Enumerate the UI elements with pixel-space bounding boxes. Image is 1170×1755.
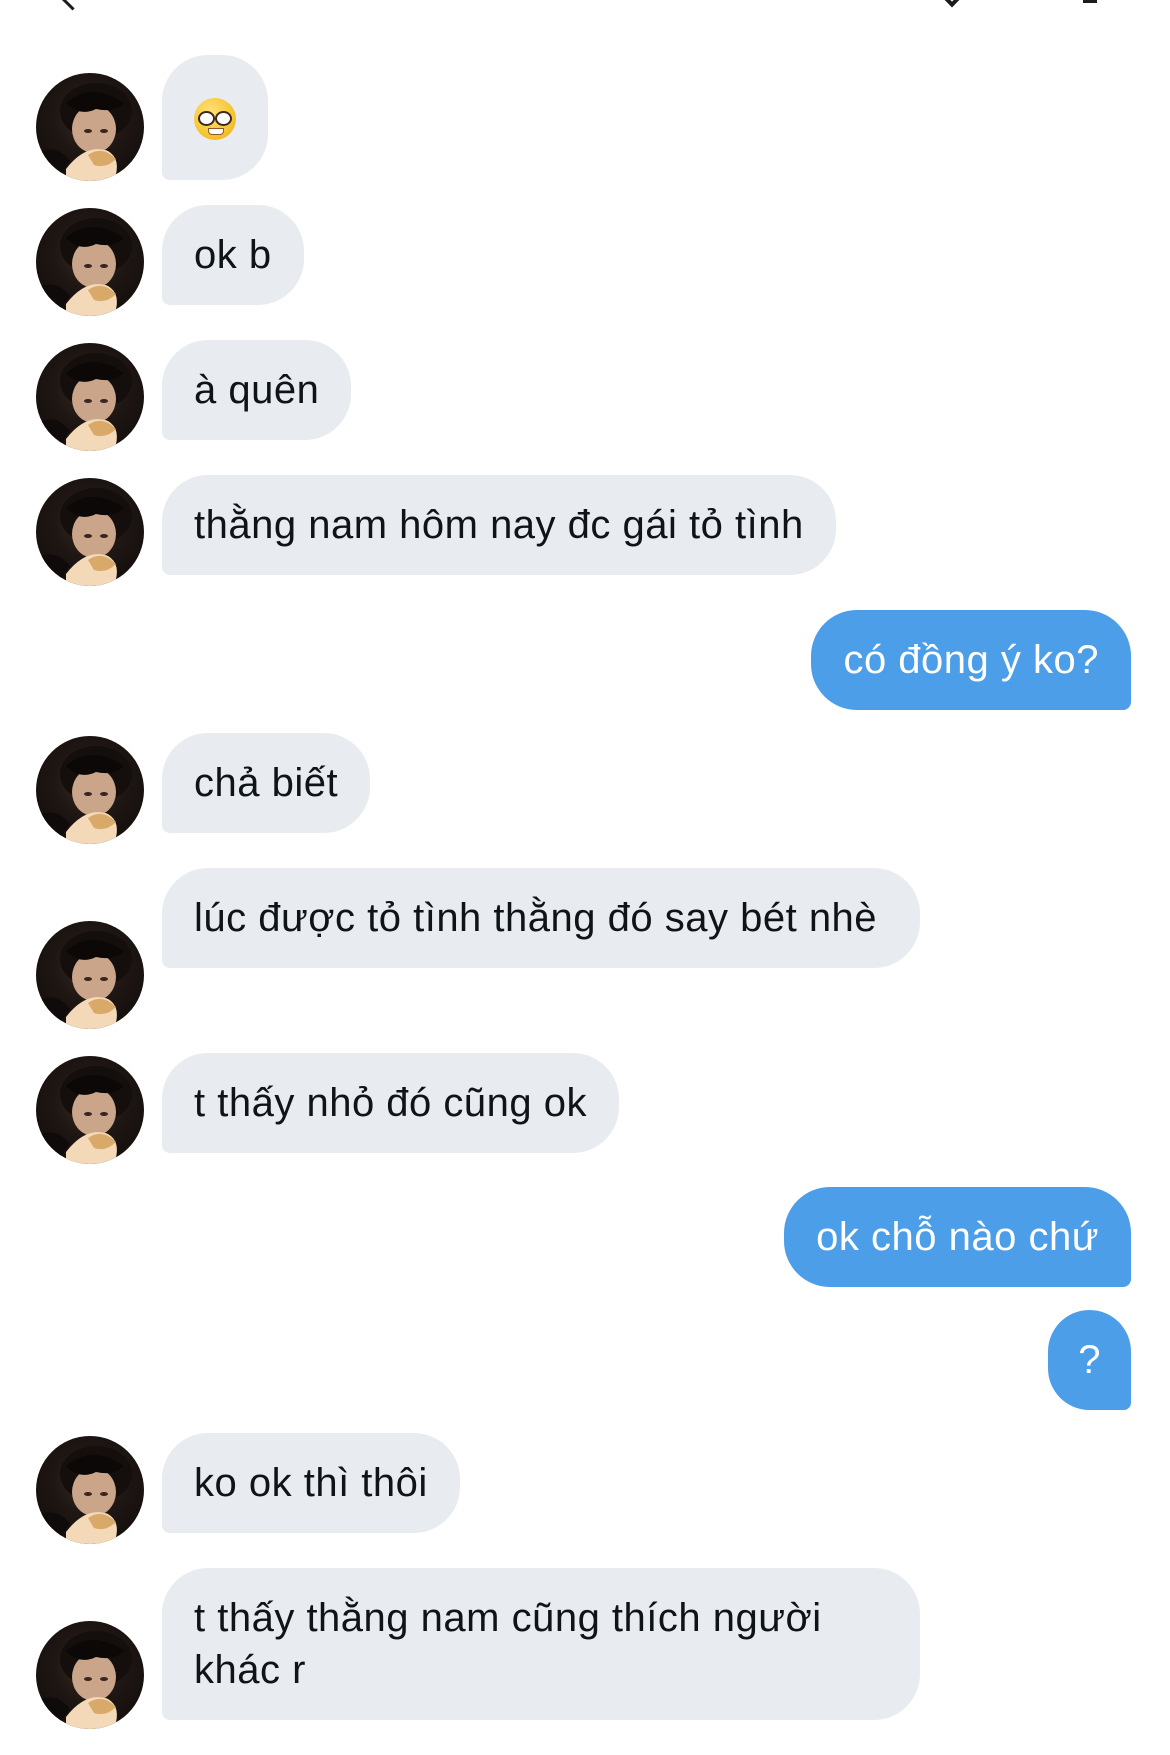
incoming-message-bubble[interactable]: ko ok thì thôi bbox=[162, 1433, 460, 1533]
message-text: có đồng ý ko? bbox=[843, 638, 1099, 682]
message-thread: ok b à quên thằng nam hôm nay đc gái tỏ … bbox=[0, 0, 1170, 1755]
contact-avatar[interactable] bbox=[36, 208, 144, 316]
contact-avatar[interactable] bbox=[36, 736, 144, 844]
contact-avatar[interactable] bbox=[36, 478, 144, 586]
incoming-message-bubble[interactable]: thằng nam hôm nay đc gái tỏ tình bbox=[162, 475, 836, 575]
incoming-message-bubble[interactable]: chả biết bbox=[162, 733, 371, 833]
outgoing-message-bubble[interactable]: có đồng ý ko? bbox=[811, 610, 1131, 710]
avatar-photo bbox=[36, 931, 132, 1029]
avatar-photo bbox=[36, 353, 132, 451]
contact-avatar[interactable] bbox=[36, 1056, 144, 1164]
avatar-photo bbox=[36, 83, 132, 181]
incoming-message-bubble[interactable]: ok b bbox=[162, 205, 304, 305]
contact-avatar[interactable] bbox=[36, 73, 144, 181]
incoming-message-bubble[interactable]: lúc được tỏ tình thằng đó say bét nhè bbox=[162, 868, 920, 968]
incoming-message-bubble[interactable]: t thấy nhỏ đó cũng ok bbox=[162, 1053, 619, 1153]
message-text: ok b bbox=[194, 233, 272, 277]
avatar-photo bbox=[36, 218, 132, 316]
message-text: ? bbox=[1078, 1338, 1101, 1382]
outgoing-message-bubble[interactable]: ok chỗ nào chứ bbox=[784, 1187, 1131, 1287]
avatar-photo bbox=[36, 1446, 132, 1544]
avatar-photo bbox=[36, 1066, 132, 1164]
message-text: ok chỗ nào chứ bbox=[816, 1215, 1099, 1259]
message-text: ko ok thì thôi bbox=[194, 1461, 428, 1505]
message-text: chả biết bbox=[194, 761, 339, 805]
contact-avatar[interactable] bbox=[36, 1436, 144, 1544]
message-text: t thấy nhỏ đó cũng ok bbox=[194, 1081, 587, 1125]
nerd-face-emoji bbox=[194, 98, 236, 141]
avatar-photo bbox=[36, 488, 132, 586]
avatar-photo bbox=[36, 1631, 132, 1729]
outgoing-message-bubble[interactable]: ? bbox=[1048, 1310, 1131, 1410]
incoming-message-bubble[interactable] bbox=[162, 55, 268, 180]
message-text: t thấy thằng nam cũng thích người khác r bbox=[194, 1596, 822, 1692]
incoming-message-bubble[interactable]: t thấy thằng nam cũng thích người khác r bbox=[162, 1568, 920, 1720]
contact-avatar[interactable] bbox=[36, 343, 144, 451]
message-text: thằng nam hôm nay đc gái tỏ tình bbox=[194, 503, 804, 547]
message-text: à quên bbox=[194, 368, 320, 412]
avatar-photo bbox=[36, 746, 132, 844]
contact-avatar[interactable] bbox=[36, 1621, 144, 1729]
message-text: lúc được tỏ tình thằng đó say bét nhè bbox=[194, 896, 878, 940]
incoming-message-bubble[interactable]: à quên bbox=[162, 340, 352, 440]
contact-avatar[interactable] bbox=[36, 921, 144, 1029]
